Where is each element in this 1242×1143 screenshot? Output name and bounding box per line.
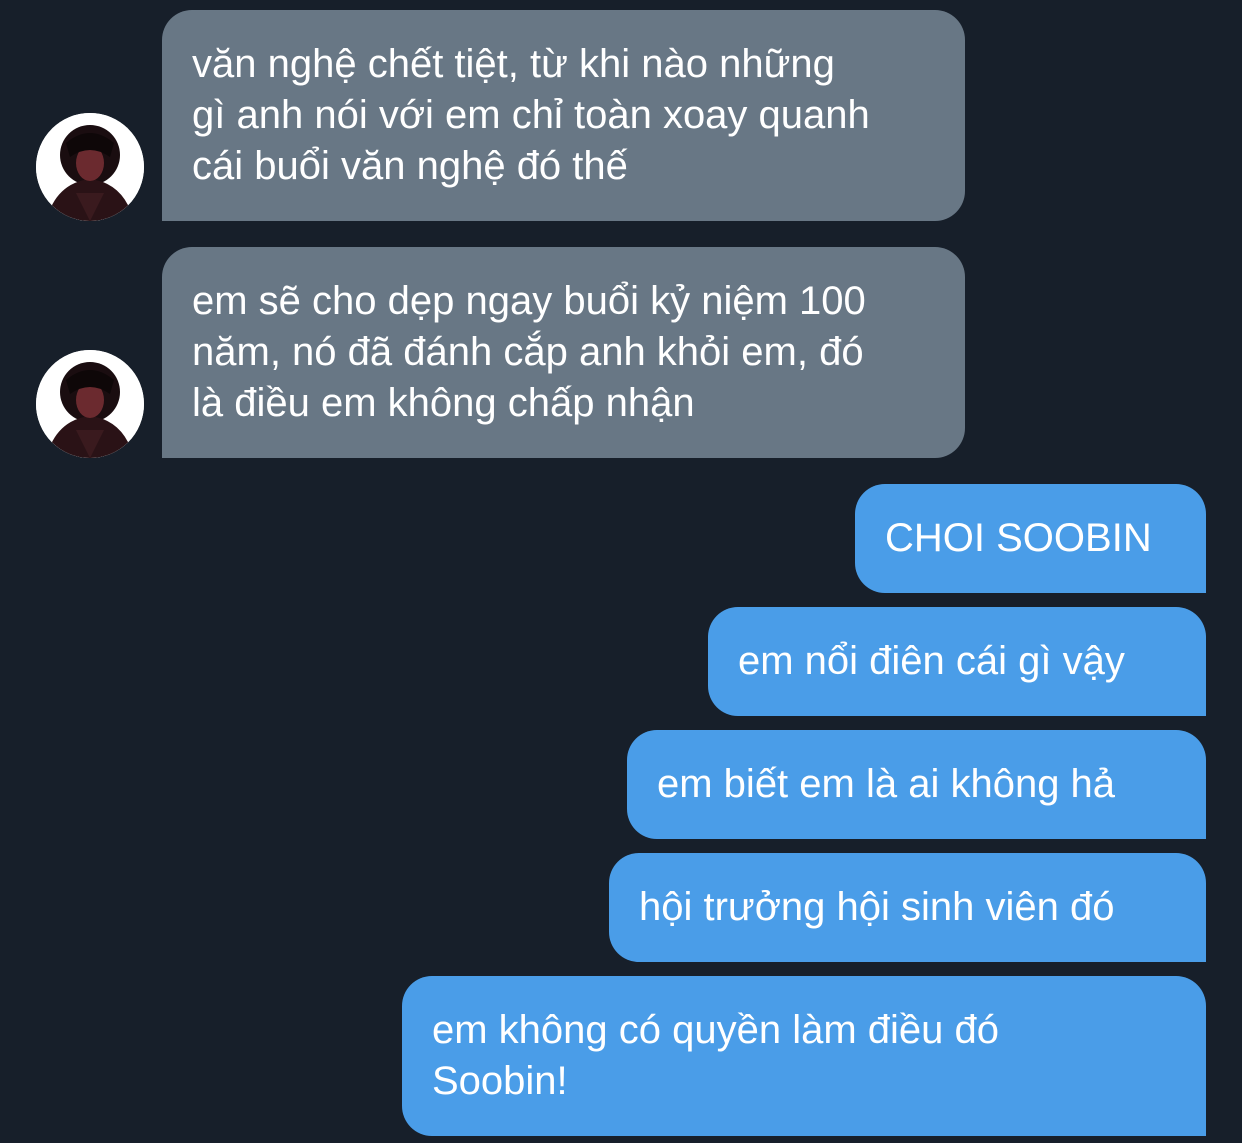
outgoing-message[interactable]: em nổi điên cái gì vậy <box>708 607 1206 716</box>
incoming-message[interactable]: văn nghệ chết tiệt, từ khi nào những gì … <box>162 10 965 221</box>
message-text: văn nghệ chết tiệt, từ khi nào những gì … <box>192 42 870 188</box>
message-text: em nổi điên cái gì vậy <box>738 639 1125 683</box>
outgoing-message[interactable]: CHOI SOOBIN <box>855 484 1206 593</box>
message-text: hội trưởng hội sinh viên đó <box>639 885 1115 929</box>
outgoing-message[interactable]: hội trưởng hội sinh viên đó <box>609 853 1206 962</box>
outgoing-message[interactable]: em biết em là ai không hả <box>627 730 1206 839</box>
message-text: em không có quyền làm điều đó Soobin! <box>432 1008 1000 1103</box>
incoming-message[interactable]: em sẽ cho dẹp ngay buổi kỷ niệm 100 năm,… <box>162 247 965 458</box>
sender-avatar[interactable] <box>36 350 144 458</box>
outgoing-message[interactable]: em không có quyền làm điều đó Soobin! <box>402 976 1206 1136</box>
sender-avatar[interactable] <box>36 113 144 221</box>
message-text: em sẽ cho dẹp ngay buổi kỷ niệm 100 năm,… <box>192 279 866 425</box>
avatar-photo-icon <box>36 350 144 458</box>
message-text: CHOI SOOBIN <box>885 516 1152 560</box>
avatar-photo-icon <box>36 113 144 221</box>
message-text: em biết em là ai không hả <box>657 762 1116 806</box>
